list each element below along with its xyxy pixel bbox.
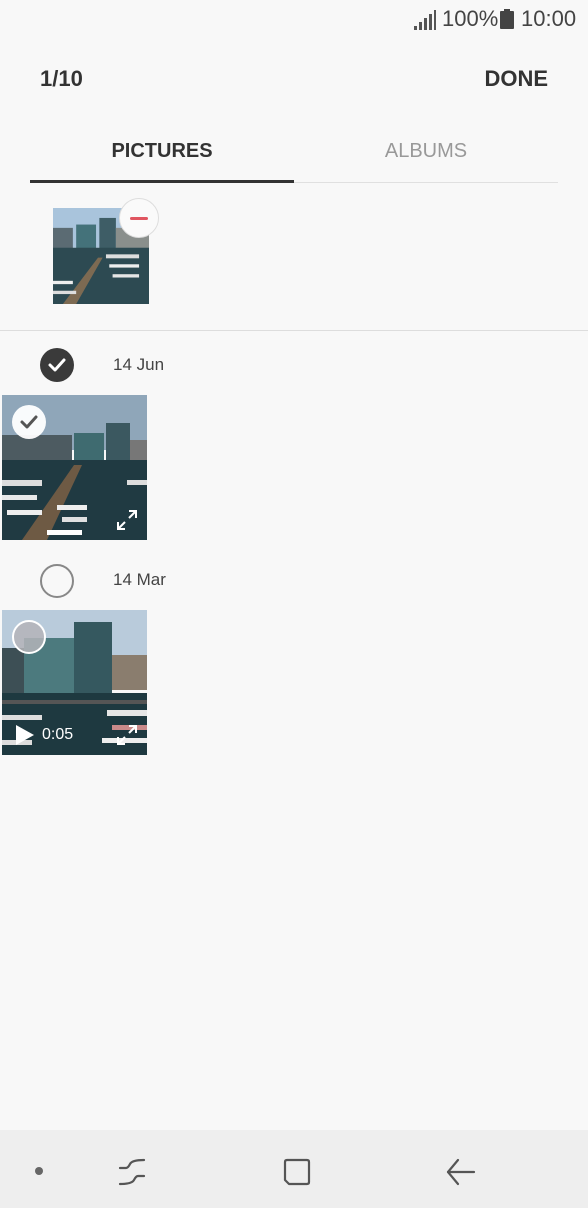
play-icon — [16, 725, 34, 745]
expand-icon[interactable] — [115, 723, 139, 747]
check-icon — [20, 415, 38, 429]
group-date-14-mar: 14 Mar — [113, 570, 166, 589]
status-time: 10:00 — [521, 6, 577, 31]
item-checkbox[interactable] — [12, 405, 46, 439]
battery-icon — [500, 9, 514, 29]
battery-percent: 100% — [442, 6, 499, 31]
selection-counter: 1/10 — [40, 66, 83, 91]
signal-icon — [414, 10, 436, 30]
dot-icon[interactable] — [35, 1167, 43, 1175]
group-checkbox-14-mar[interactable] — [40, 564, 74, 598]
tab-albums[interactable]: ALBUMS — [294, 140, 558, 163]
group-checkbox-14-jun[interactable] — [40, 348, 74, 382]
minus-icon — [130, 217, 148, 220]
status-bar: 100% 10:00 — [0, 0, 588, 40]
item-checkbox[interactable] — [12, 620, 46, 654]
check-icon — [48, 358, 66, 372]
navigation-bar — [0, 1130, 588, 1208]
group-date-14-jun: 14 Jun — [113, 355, 165, 374]
recents-icon[interactable] — [116, 1156, 148, 1188]
video-duration: 0:05 — [42, 726, 74, 743]
tab-pictures[interactable]: PICTURES — [30, 140, 294, 163]
tray-divider — [0, 330, 588, 331]
photo-thumbnail[interactable] — [2, 395, 147, 540]
done-button[interactable]: DONE — [484, 66, 548, 92]
home-icon[interactable] — [281, 1156, 313, 1188]
expand-icon[interactable] — [115, 508, 139, 532]
back-icon[interactable] — [444, 1156, 476, 1188]
video-thumbnail[interactable]: 0:05 — [2, 610, 147, 755]
tab-active-indicator — [30, 180, 294, 183]
remove-button[interactable] — [119, 198, 159, 238]
